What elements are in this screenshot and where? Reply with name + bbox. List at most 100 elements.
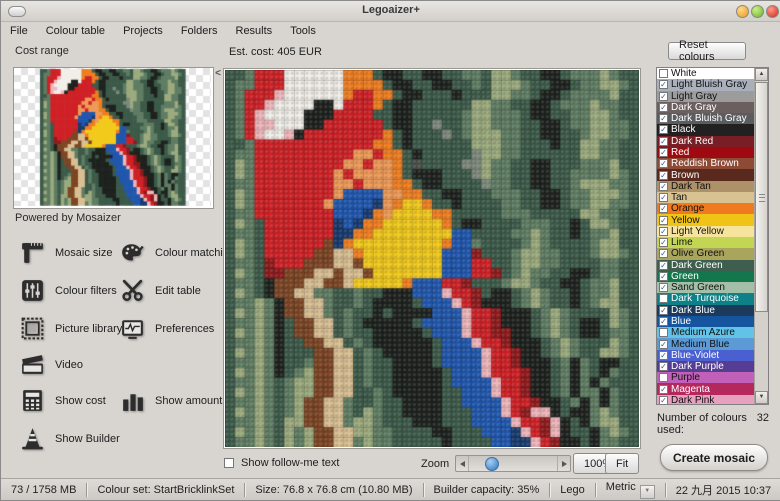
colour-row-light-gray[interactable]: ✓Light Gray bbox=[657, 91, 755, 102]
colour-row-dark-pink[interactable]: ✓Dark Pink bbox=[657, 395, 755, 405]
colour-checkbox[interactable]: ✓ bbox=[659, 103, 668, 112]
colour-row-olive-green[interactable]: ✓Olive Green bbox=[657, 248, 755, 259]
colour-checkbox[interactable]: ✓ bbox=[659, 396, 668, 405]
close-button[interactable] bbox=[766, 5, 779, 18]
colour-checkbox[interactable]: ✓ bbox=[659, 362, 668, 371]
colour-checkbox[interactable]: ✓ bbox=[659, 238, 668, 247]
colour-checkbox[interactable]: ✓ bbox=[659, 171, 668, 180]
colour-checkbox[interactable]: ✓ bbox=[659, 283, 668, 292]
colour-row-black[interactable]: ✓Black bbox=[657, 124, 755, 135]
colour-row-dark-blue[interactable]: ✓Dark Blue bbox=[657, 305, 755, 316]
colour-checkbox[interactable]: ✓ bbox=[659, 159, 668, 168]
colour-row-medium-blue[interactable]: ✓Medium Blue bbox=[657, 338, 755, 349]
colour-list[interactable]: White✓Light Bluish Gray✓Light Gray✓Dark … bbox=[656, 67, 769, 405]
scrollbar-thumb[interactable] bbox=[755, 82, 768, 312]
colour-row-orange[interactable]: ✓Orange bbox=[657, 203, 755, 214]
show-follow-me-checkbox[interactable] bbox=[224, 458, 234, 468]
zoom-out-arrow[interactable] bbox=[456, 456, 469, 471]
colour-name: Reddish Brown bbox=[671, 158, 739, 169]
colour-row-dark-bluish-gray[interactable]: ✓Dark Bluish Gray bbox=[657, 113, 755, 124]
zoom-slider-thumb[interactable] bbox=[485, 457, 499, 471]
lego-mosaic-image[interactable] bbox=[225, 70, 639, 447]
colour-checkbox[interactable]: ✓ bbox=[659, 114, 668, 123]
tool-label: Show Builder bbox=[55, 433, 120, 445]
colour-row-red[interactable]: ✓Red bbox=[657, 147, 755, 158]
colour-checkbox[interactable]: ✓ bbox=[659, 137, 668, 146]
colour-checkbox[interactable] bbox=[659, 294, 668, 303]
menu-results[interactable]: Results bbox=[227, 23, 282, 39]
colour-row-light-bluish-gray[interactable]: ✓Light Bluish Gray bbox=[657, 79, 755, 90]
zoom-slider[interactable] bbox=[455, 455, 571, 472]
colour-checkbox[interactable]: ✓ bbox=[659, 227, 668, 236]
colour-checkbox[interactable]: ✓ bbox=[659, 125, 668, 134]
scroll-up-arrow[interactable]: ▲ bbox=[755, 68, 768, 81]
colour-row-green[interactable]: ✓Green bbox=[657, 271, 755, 282]
colour-checkbox[interactable]: ✓ bbox=[659, 340, 668, 349]
colour-row-dark-green[interactable]: ✓Dark Green bbox=[657, 260, 755, 271]
collapse-panel-button[interactable]: < bbox=[213, 67, 223, 81]
colour-row-dark-gray[interactable]: ✓Dark Gray bbox=[657, 102, 755, 113]
tool-edit-table[interactable]: Edit table bbox=[119, 277, 201, 304]
tool-preferences[interactable]: Preferences bbox=[119, 315, 214, 342]
colour-row-magenta[interactable]: ✓Magenta bbox=[657, 383, 755, 394]
tool-show-amount[interactable]: Show amount bbox=[119, 387, 222, 414]
colour-checkbox[interactable] bbox=[659, 373, 668, 382]
tool-show-cost[interactable]: Show cost bbox=[19, 387, 106, 414]
menu-file[interactable]: File bbox=[1, 23, 37, 39]
menu-folders[interactable]: Folders bbox=[172, 23, 227, 39]
colour-checkbox[interactable] bbox=[659, 328, 668, 337]
colour-checkbox[interactable]: ✓ bbox=[659, 351, 668, 360]
colour-checkbox[interactable]: ✓ bbox=[659, 148, 668, 157]
colour-row-brown[interactable]: ✓Brown bbox=[657, 169, 755, 180]
menu-projects[interactable]: Projects bbox=[114, 23, 172, 39]
colour-checkbox[interactable] bbox=[659, 69, 668, 78]
zoom-fit-button[interactable]: Fit bbox=[605, 453, 639, 474]
menu-colour-table[interactable]: Colour table bbox=[37, 23, 114, 39]
tool-picture-library[interactable]: Picture library bbox=[19, 315, 122, 342]
reset-colours-button[interactable]: Reset colours bbox=[668, 42, 746, 60]
colour-row-white[interactable]: White bbox=[657, 68, 755, 79]
colour-checkbox[interactable]: ✓ bbox=[659, 193, 668, 202]
status-colour-set: Colour set: StartBricklinkSet bbox=[87, 484, 244, 496]
colour-checkbox[interactable]: ✓ bbox=[659, 306, 668, 315]
status-units-select[interactable]: Metric▼ bbox=[596, 481, 665, 499]
colour-checkbox[interactable]: ✓ bbox=[659, 317, 668, 326]
colour-list-scrollbar[interactable]: ▲ ▼ bbox=[754, 68, 768, 404]
tool-mosaic-size[interactable]: Mosaic size bbox=[19, 239, 112, 266]
colour-row-medium-azure[interactable]: Medium Azure bbox=[657, 327, 755, 338]
colour-row-blue-violet[interactable]: ✓Blue-Violet bbox=[657, 350, 755, 361]
units-dropdown-icon[interactable]: ▼ bbox=[640, 485, 655, 499]
colour-row-sand-green[interactable]: ✓Sand Green bbox=[657, 282, 755, 293]
colour-row-blue[interactable]: ✓Blue bbox=[657, 316, 755, 327]
colour-row-dark-turquoise[interactable]: Dark Turquoise bbox=[657, 293, 755, 304]
colour-checkbox[interactable]: ✓ bbox=[659, 261, 668, 270]
minimize-button[interactable] bbox=[736, 5, 749, 18]
colour-checkbox[interactable]: ✓ bbox=[659, 204, 668, 213]
maximize-button[interactable] bbox=[751, 5, 764, 18]
colour-row-reddish-brown[interactable]: ✓Reddish Brown bbox=[657, 158, 755, 169]
colour-row-lime[interactable]: ✓Lime bbox=[657, 237, 755, 248]
colour-checkbox[interactable]: ✓ bbox=[659, 249, 668, 258]
follow-me-row: Show follow-me text bbox=[224, 457, 339, 469]
colour-row-dark-purple[interactable]: ✓Dark Purple bbox=[657, 361, 755, 372]
tool-video[interactable]: Video bbox=[19, 351, 83, 378]
tool-colour-filters[interactable]: Colour filters bbox=[19, 277, 117, 304]
colour-checkbox[interactable]: ✓ bbox=[659, 216, 668, 225]
colour-checkbox[interactable]: ✓ bbox=[659, 92, 668, 101]
colour-row-dark-red[interactable]: ✓Dark Red bbox=[657, 136, 755, 147]
scroll-down-arrow[interactable]: ▼ bbox=[755, 391, 768, 404]
colour-checkbox[interactable]: ✓ bbox=[659, 80, 668, 89]
colour-row-light-yellow[interactable]: ✓Light Yellow bbox=[657, 226, 755, 237]
colour-checkbox[interactable]: ✓ bbox=[659, 272, 668, 281]
colour-row-yellow[interactable]: ✓Yellow bbox=[657, 214, 755, 225]
colour-checkbox[interactable]: ✓ bbox=[659, 182, 668, 191]
zoom-in-arrow[interactable] bbox=[557, 456, 570, 471]
colour-checkbox[interactable]: ✓ bbox=[659, 385, 668, 394]
colour-row-purple[interactable]: Purple bbox=[657, 372, 755, 383]
create-mosaic-button[interactable]: Create mosaic bbox=[660, 444, 768, 471]
menu-tools[interactable]: Tools bbox=[281, 23, 325, 39]
colour-row-tan[interactable]: ✓Tan bbox=[657, 192, 755, 203]
colour-row-dark-tan[interactable]: ✓Dark Tan bbox=[657, 181, 755, 192]
tool-colour-matching[interactable]: Colour matching bbox=[119, 239, 235, 266]
tool-show-builder[interactable]: Show Builder bbox=[19, 425, 120, 452]
